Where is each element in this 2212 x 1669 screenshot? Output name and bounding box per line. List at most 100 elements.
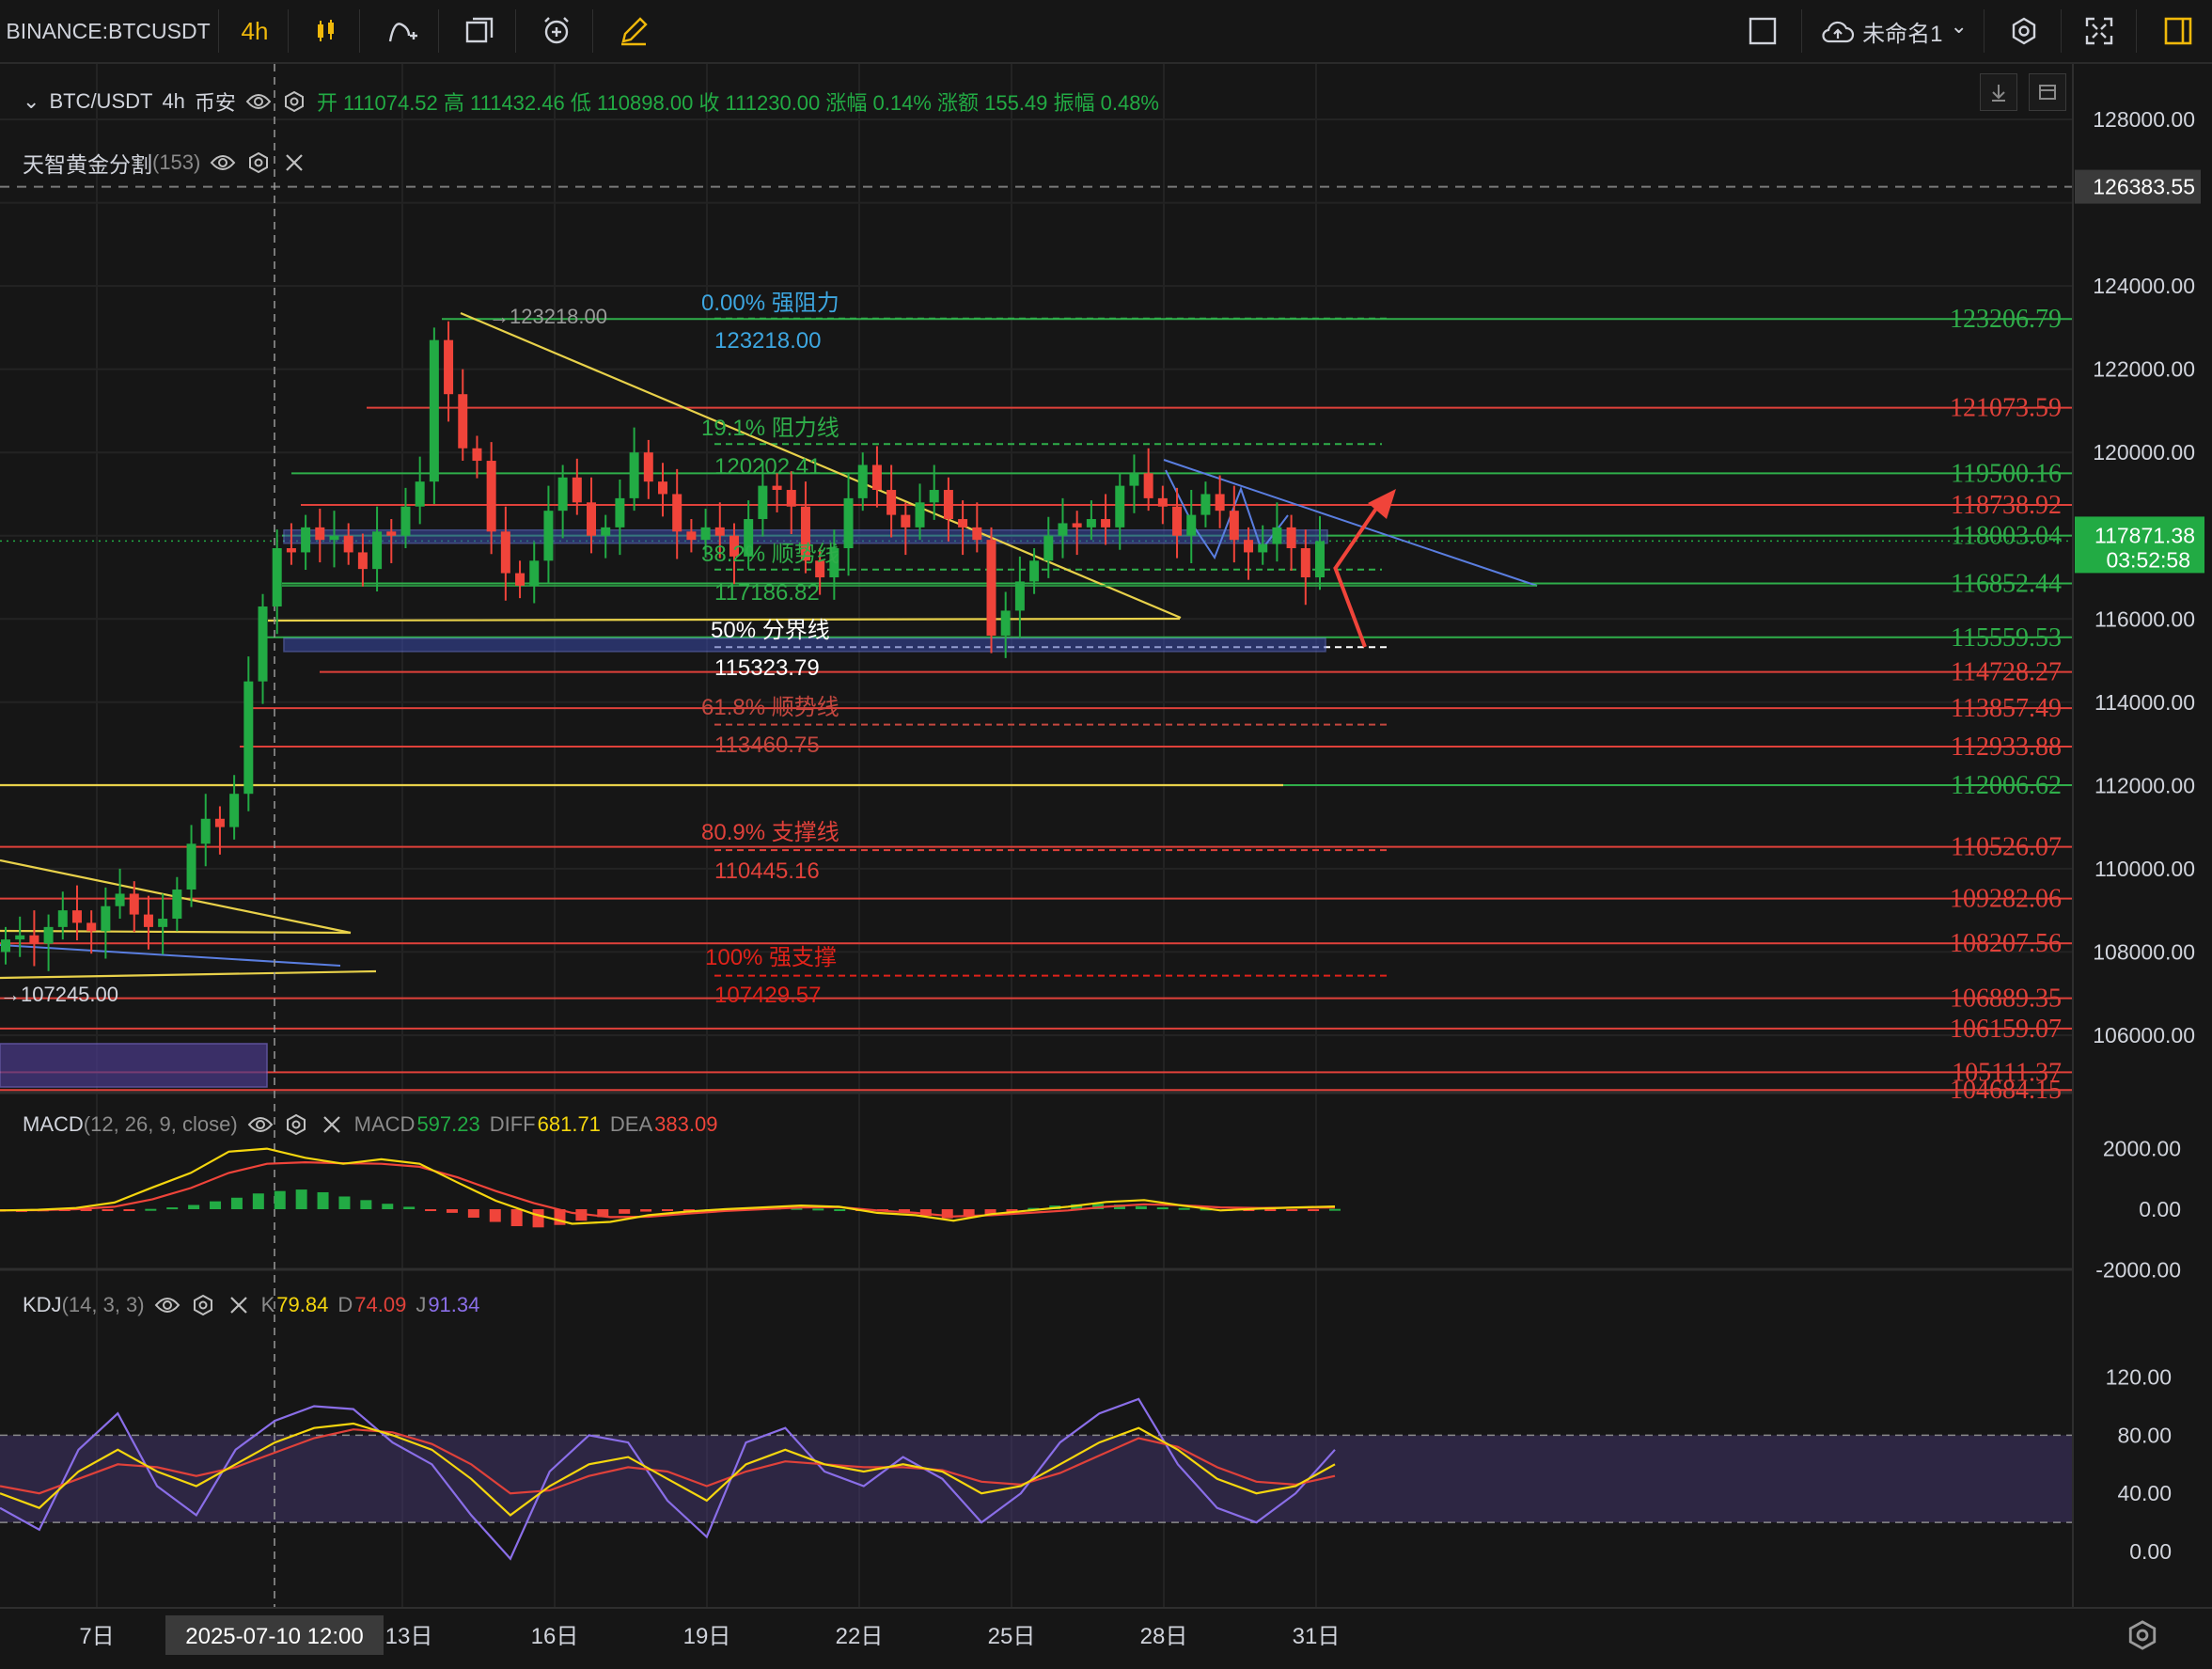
level-label: 112006.62 <box>1951 771 2062 800</box>
candle-body <box>1258 543 1268 553</box>
gear-icon[interactable] <box>245 150 272 176</box>
candle-body <box>1315 541 1325 577</box>
macd-series <box>0 1147 1341 1228</box>
candle-body <box>772 485 782 491</box>
gear-icon <box>2128 1620 2157 1650</box>
fullscreen-toggle-button[interactable] <box>1739 0 1786 62</box>
level-label: 118003.04 <box>1951 522 2062 551</box>
gear-icon[interactable] <box>283 1111 309 1138</box>
kdj-tick-label: 0.00 <box>2129 1539 2172 1564</box>
macd-histogram-bar <box>619 1209 631 1214</box>
level-label: 108207.56 <box>1950 929 2062 958</box>
candle-body <box>357 552 368 570</box>
crosshair-time-label: 2025-07-10 12:00 <box>185 1624 364 1649</box>
fib-annotation: 123218.00 <box>714 328 821 354</box>
macd-histogram-bar <box>812 1208 824 1211</box>
countdown-label: 03:52:58 <box>2106 547 2190 572</box>
layers-icon <box>465 17 494 43</box>
candle-body <box>629 452 639 498</box>
candle-body <box>1000 610 1011 636</box>
macd-histogram-bar <box>102 1209 114 1211</box>
candle-body <box>1129 473 1139 486</box>
fib-annotation: 107429.57 <box>714 983 821 1008</box>
gear-icon[interactable] <box>281 88 307 115</box>
candle-body <box>343 535 353 553</box>
macd-histogram-bar <box>230 1197 243 1209</box>
swing-high-label: →123218.00 <box>489 305 607 328</box>
cloud-upload-icon <box>1822 21 1855 43</box>
macd-histogram-bar <box>252 1193 264 1209</box>
interval-button[interactable]: 4h <box>227 0 282 62</box>
maximize-pane-button[interactable] <box>2029 73 2066 111</box>
macd-legend: MACD (12, 26, 9, close) MACD 597.23 DIFF 68… <box>23 1111 717 1138</box>
settings-button[interactable] <box>1999 0 2049 62</box>
time-tick-label: 28日 <box>1140 1624 1188 1649</box>
candle-body <box>329 535 339 541</box>
collapse-legend-icon[interactable]: ⌄ <box>23 89 39 114</box>
eye-icon[interactable] <box>210 150 236 176</box>
close-icon[interactable] <box>226 1292 252 1318</box>
candle-body <box>258 606 268 682</box>
candle-body <box>43 926 54 944</box>
candle-body <box>272 548 282 606</box>
macd-label: MACD <box>353 1112 416 1136</box>
legend-exchange: 币安 <box>194 91 236 115</box>
chart-canvas[interactable]: 128000.00 124000.00 122000.00 120000.00 1160… <box>0 64 2212 1669</box>
time-tick-label: 22日 <box>836 1624 884 1649</box>
expand-button[interactable] <box>2074 0 2125 62</box>
k-label: K <box>260 1293 275 1316</box>
candle-body <box>158 919 168 927</box>
layout-save-button[interactable]: 未命名1 ⌄ <box>1814 0 1974 62</box>
eye-icon[interactable] <box>247 1111 274 1138</box>
close-icon[interactable] <box>281 150 307 176</box>
symbol-search-button[interactable]: BINANCE:BTCUSDT <box>0 0 216 62</box>
d-label: D <box>337 1293 353 1316</box>
candle-body <box>500 531 510 574</box>
price-tick-label: 128000.00 <box>2093 107 2195 132</box>
eye-icon[interactable] <box>154 1292 180 1318</box>
candle-body <box>472 448 482 462</box>
alert-button[interactable] <box>528 0 585 62</box>
level-label: 123206.79 <box>1950 305 2062 334</box>
axis-settings-button[interactable] <box>2126 1619 2158 1656</box>
d-value: 74.09 <box>354 1293 407 1316</box>
j-label: J <box>416 1293 427 1316</box>
candle-body <box>929 490 939 503</box>
kdj-legend: KDJ (14, 3, 3) K 79.84 D 74.09 J 91.34 <box>23 1292 479 1318</box>
candle-body <box>1244 540 1254 553</box>
toolbar-divider <box>218 9 219 53</box>
macd-histogram-bar <box>662 1209 673 1211</box>
fib-annotation: 38.2% 顺势线 <box>701 542 839 567</box>
diff-value: 681.71 <box>537 1112 601 1136</box>
toolbar-divider <box>2061 9 2062 53</box>
scroll-down-button[interactable] <box>1980 73 2017 111</box>
eye-icon[interactable] <box>245 88 272 115</box>
indicators-button[interactable] <box>374 0 431 62</box>
candle-body <box>86 922 97 932</box>
candle-body <box>186 843 196 890</box>
time-tick-label: 16日 <box>531 1624 579 1649</box>
candle-body <box>1172 506 1183 536</box>
close-icon[interactable] <box>319 1111 345 1138</box>
candle-body <box>572 477 582 503</box>
layout-name: 未命名1 <box>1862 21 1943 47</box>
candle-body <box>143 914 153 927</box>
candle-body <box>758 485 768 520</box>
candle-body <box>1101 519 1111 527</box>
macd-histogram-bar <box>1178 1207 1190 1210</box>
chart-type-button[interactable] <box>297 0 353 62</box>
side-panel-toggle-button[interactable] <box>2153 0 2204 62</box>
compare-button[interactable] <box>451 0 508 62</box>
macd-value: 597.23 <box>416 1112 480 1136</box>
fib-annotation: 19.1% 阻力线 <box>701 416 839 441</box>
candle-body <box>786 490 796 507</box>
blue-trendline <box>0 944 341 967</box>
indicator-legend: 天智黄金分割 (153) <box>23 147 307 179</box>
gear-icon <box>2012 17 2036 45</box>
fib-annotation: 50% 分界线 <box>711 618 830 643</box>
candle-body <box>857 464 868 498</box>
candle-body <box>672 494 682 532</box>
drawing-tools-button[interactable] <box>605 0 662 62</box>
candle-body <box>615 497 625 527</box>
gear-icon[interactable] <box>190 1292 216 1318</box>
